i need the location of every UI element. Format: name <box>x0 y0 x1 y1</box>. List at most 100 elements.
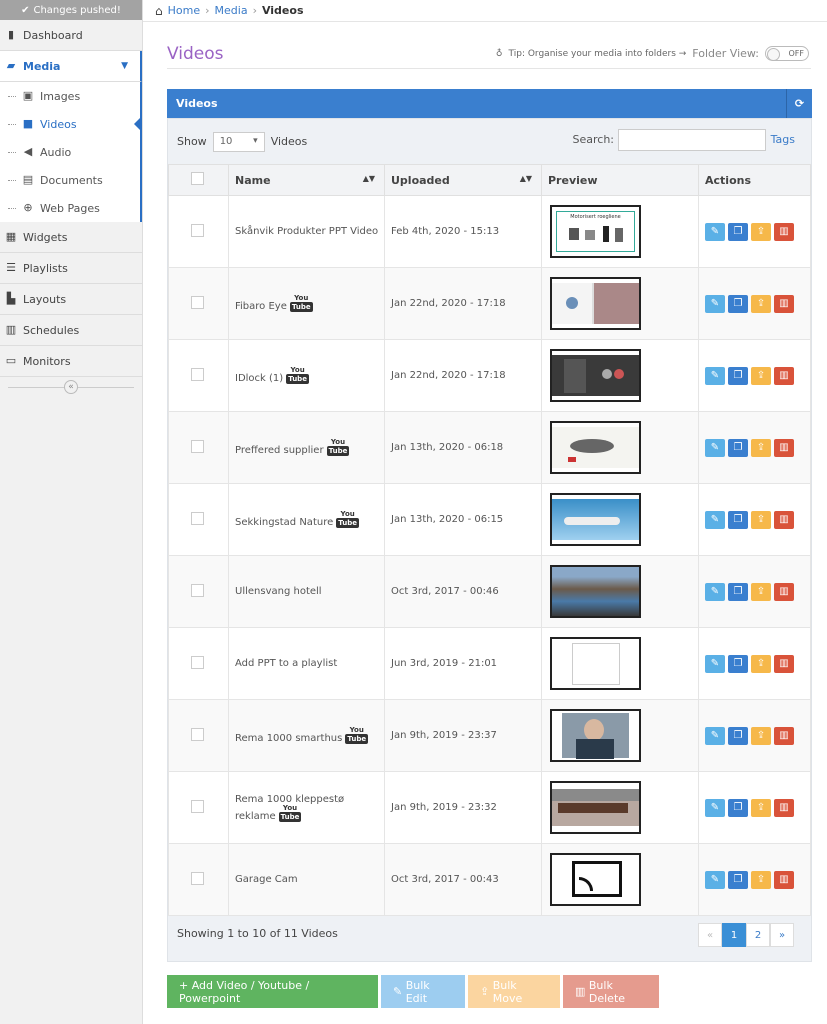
row-checkbox[interactable] <box>191 727 204 741</box>
edit-icon[interactable]: ✎ <box>705 510 725 529</box>
copy-icon[interactable]: ❐ <box>728 582 748 601</box>
collapse-sidebar-icon[interactable]: « <box>64 380 78 394</box>
breadcrumb-media[interactable]: Media <box>215 4 248 17</box>
row-checkbox[interactable] <box>191 439 204 453</box>
sidebar-item-monitors[interactable]: ▭ Monitors <box>0 346 142 377</box>
page-size-select[interactable]: 10 <box>212 131 265 152</box>
trash-icon[interactable]: ▥ <box>774 222 794 241</box>
video-thumbnail[interactable]: Motorisert roegliene <box>550 205 641 258</box>
sidebar-item-videos[interactable]: ■ Videos <box>0 110 142 138</box>
video-name[interactable]: Preffered supplier <box>235 445 324 456</box>
edit-icon[interactable]: ✎ <box>705 582 725 601</box>
copy-icon[interactable]: ❐ <box>728 438 748 457</box>
move-icon[interactable]: ⇪ <box>751 870 771 889</box>
folder-view-toggle[interactable]: OFF <box>765 46 809 61</box>
sidebar-item-widgets[interactable]: ▦ Widgets <box>0 222 142 253</box>
row-checkbox[interactable] <box>191 295 204 309</box>
video-thumbnail[interactable] <box>550 853 641 906</box>
trash-icon[interactable]: ▥ <box>774 510 794 529</box>
bulk-delete-button[interactable]: ▥ Bulk Delete <box>563 975 659 1008</box>
move-icon[interactable]: ⇪ <box>751 366 771 385</box>
move-icon[interactable]: ⇪ <box>751 726 771 745</box>
bulk-edit-button[interactable]: ✎ Bulk Edit <box>381 975 465 1008</box>
pager-prev[interactable]: « <box>698 923 722 947</box>
video-thumbnail[interactable] <box>550 709 641 762</box>
move-icon[interactable]: ⇪ <box>751 798 771 817</box>
video-thumbnail[interactable] <box>550 493 641 546</box>
pager-next[interactable]: » <box>770 923 794 947</box>
sidebar-item-dashboard[interactable]: ▮ Dashboard <box>0 20 142 51</box>
move-icon[interactable]: ⇪ <box>751 438 771 457</box>
trash-icon[interactable]: ▥ <box>774 726 794 745</box>
video-thumbnail[interactable] <box>550 421 641 474</box>
sidebar-item-web-pages[interactable]: ⊕ Web Pages <box>0 194 140 222</box>
row-checkbox[interactable] <box>191 367 204 381</box>
copy-icon[interactable]: ❐ <box>728 798 748 817</box>
trash-icon[interactable]: ▥ <box>774 798 794 817</box>
sidebar-item-audio[interactable]: ◀ Audio <box>0 138 140 166</box>
video-thumbnail[interactable] <box>550 565 641 618</box>
trash-icon[interactable]: ▥ <box>774 438 794 457</box>
row-checkbox[interactable] <box>191 223 204 237</box>
move-icon[interactable]: ⇪ <box>751 222 771 241</box>
edit-icon[interactable]: ✎ <box>705 726 725 745</box>
edit-icon[interactable]: ✎ <box>705 222 725 241</box>
copy-icon[interactable]: ❐ <box>728 510 748 529</box>
move-icon[interactable]: ⇪ <box>751 510 771 529</box>
video-name[interactable]: IDlock (1) <box>235 373 283 384</box>
edit-icon[interactable]: ✎ <box>705 438 725 457</box>
pager-page-2[interactable]: 2 <box>746 923 770 947</box>
copy-icon[interactable]: ❐ <box>728 654 748 673</box>
copy-icon[interactable]: ❐ <box>728 366 748 385</box>
copy-icon[interactable]: ❐ <box>728 294 748 313</box>
refresh-icon[interactable]: ⟳ <box>786 89 812 118</box>
video-thumbnail[interactable] <box>550 637 641 690</box>
sidebar-item-documents[interactable]: ▤ Documents <box>0 166 140 194</box>
breadcrumb-home[interactable]: Home <box>168 4 200 17</box>
video-name[interactable]: Sekkingstad Nature <box>235 517 333 528</box>
sidebar-item-schedules[interactable]: ▥ Schedules <box>0 315 142 346</box>
move-icon[interactable]: ⇪ <box>751 654 771 673</box>
pager-page-1[interactable]: 1 <box>722 923 746 947</box>
bulk-move-button[interactable]: ⇪ Bulk Move <box>468 975 560 1008</box>
trash-icon[interactable]: ▥ <box>774 870 794 889</box>
edit-icon[interactable]: ✎ <box>705 798 725 817</box>
row-checkbox[interactable] <box>191 511 204 525</box>
video-name[interactable]: Fibaro Eye <box>235 301 287 312</box>
copy-icon[interactable]: ❐ <box>728 726 748 745</box>
select-all-checkbox[interactable] <box>191 172 204 185</box>
move-icon[interactable]: ⇪ <box>751 294 771 313</box>
video-name[interactable]: Garage Cam <box>235 874 298 885</box>
edit-icon[interactable]: ✎ <box>705 654 725 673</box>
row-checkbox[interactable] <box>191 655 204 669</box>
copy-icon[interactable]: ❐ <box>728 222 748 241</box>
edit-icon[interactable]: ✎ <box>705 294 725 313</box>
copy-icon[interactable]: ❐ <box>728 870 748 889</box>
trash-icon[interactable]: ▥ <box>774 654 794 673</box>
trash-icon[interactable]: ▥ <box>774 582 794 601</box>
column-uploaded[interactable]: Uploaded ▲▼ <box>384 164 542 196</box>
row-checkbox[interactable] <box>191 799 204 813</box>
video-thumbnail[interactable] <box>550 781 641 834</box>
trash-icon[interactable]: ▥ <box>774 294 794 313</box>
sidebar-item-images[interactable]: ▣ Images <box>0 82 140 110</box>
video-name[interactable]: Skånvik Produkter PPT Video <box>235 226 378 237</box>
video-name[interactable]: Ullensvang hotell <box>235 586 322 597</box>
video-thumbnail[interactable] <box>550 349 641 402</box>
sidebar-item-layouts[interactable]: ▙ Layouts <box>0 284 142 315</box>
add-video-button[interactable]: + Add Video / Youtube / Powerpoint <box>167 975 378 1008</box>
tags-link[interactable]: Tags <box>771 133 795 146</box>
video-name[interactable]: Add PPT to a playlist <box>235 658 337 669</box>
column-name[interactable]: Name ▲▼ <box>228 164 385 196</box>
trash-icon[interactable]: ▥ <box>774 366 794 385</box>
search-input[interactable] <box>618 129 766 151</box>
move-icon[interactable]: ⇪ <box>751 582 771 601</box>
row-checkbox[interactable] <box>191 583 204 597</box>
video-thumbnail[interactable] <box>550 277 641 330</box>
video-name[interactable]: Rema 1000 smarthus <box>235 733 342 744</box>
edit-icon[interactable]: ✎ <box>705 366 725 385</box>
edit-icon[interactable]: ✎ <box>705 870 725 889</box>
row-checkbox[interactable] <box>191 871 204 885</box>
sidebar-item-media[interactable]: ▰ Media ▼ <box>0 51 142 82</box>
sidebar-item-playlists[interactable]: ☰ Playlists <box>0 253 142 284</box>
